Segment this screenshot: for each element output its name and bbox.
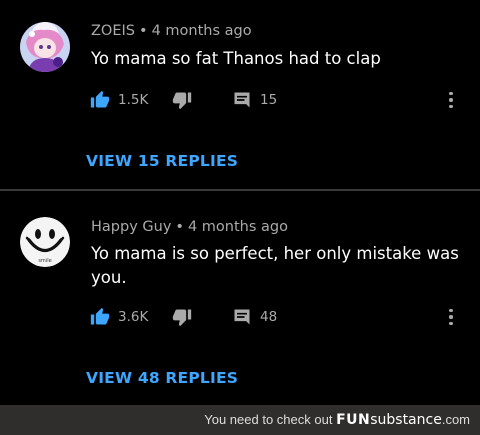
comment-text: Yo mama is so perfect, her only mistake … xyxy=(91,244,459,287)
dislike-button[interactable] xyxy=(172,306,192,328)
thumbs-down-icon xyxy=(172,92,192,110)
comment-actions: 3.6K 48 xyxy=(90,306,470,328)
dislike-button[interactable] xyxy=(172,89,192,111)
comment-text: Yo mama so fat Thanos had to clap xyxy=(91,49,381,68)
avatar[interactable]: smile xyxy=(20,217,70,267)
like-count: 3.6K xyxy=(118,309,149,325)
view-replies-button[interactable]: VIEW 15 REPLIES xyxy=(86,152,238,170)
comment-divider xyxy=(0,189,480,191)
reply-count: 48 xyxy=(260,309,278,325)
comment-meta: Happy Guy • 4 months ago xyxy=(91,219,288,235)
comment-time: 4 months ago xyxy=(187,219,288,235)
thumbs-down-icon xyxy=(172,309,192,327)
comment-item: smile Happy Guy • 4 months ago Yo mama is … xyxy=(0,192,480,405)
author-name[interactable]: ZOEIS xyxy=(91,23,135,39)
thumbs-up-icon xyxy=(90,90,110,108)
smiley-face-avatar-icon: smile xyxy=(20,217,70,267)
author-name[interactable]: Happy Guy xyxy=(91,219,171,235)
avatar[interactable] xyxy=(20,22,70,72)
view-replies-button[interactable]: VIEW 48 REPLIES xyxy=(86,369,238,387)
more-options-icon[interactable] xyxy=(444,89,458,111)
anime-character-avatar-icon xyxy=(20,22,70,72)
footer-text: You need to check out FUNsubstance.com xyxy=(204,412,470,428)
comment-icon xyxy=(234,92,250,108)
brand-substance[interactable]: substance xyxy=(370,412,442,428)
meta-separator: • xyxy=(139,23,148,39)
footer-banner: You need to check out FUNsubstance.com xyxy=(0,405,480,435)
like-button[interactable]: 1.5K xyxy=(90,89,148,111)
reply-count: 15 xyxy=(260,92,278,108)
comment-item: ZOEIS • 4 months ago Yo mama so fat Thanos… xyxy=(0,0,480,190)
avatar-caption: smile xyxy=(38,258,51,264)
comment-icon xyxy=(234,309,250,325)
meta-separator: • xyxy=(175,219,184,235)
brand-fun[interactable]: FUN xyxy=(336,412,370,428)
thumbs-up-icon xyxy=(90,307,110,325)
reply-button[interactable]: 48 xyxy=(232,306,277,328)
comment-meta: ZOEIS • 4 months ago xyxy=(91,23,252,39)
comment-actions: 1.5K 15 xyxy=(90,89,470,111)
brand-tld[interactable]: .com xyxy=(442,412,470,427)
reply-button[interactable]: 15 xyxy=(232,89,277,111)
like-button[interactable]: 3.6K xyxy=(90,306,148,328)
more-options-icon[interactable] xyxy=(444,306,458,328)
footer-message: You need to check out xyxy=(204,412,333,427)
comment-time: 4 months ago xyxy=(151,23,252,39)
like-count: 1.5K xyxy=(118,92,149,108)
